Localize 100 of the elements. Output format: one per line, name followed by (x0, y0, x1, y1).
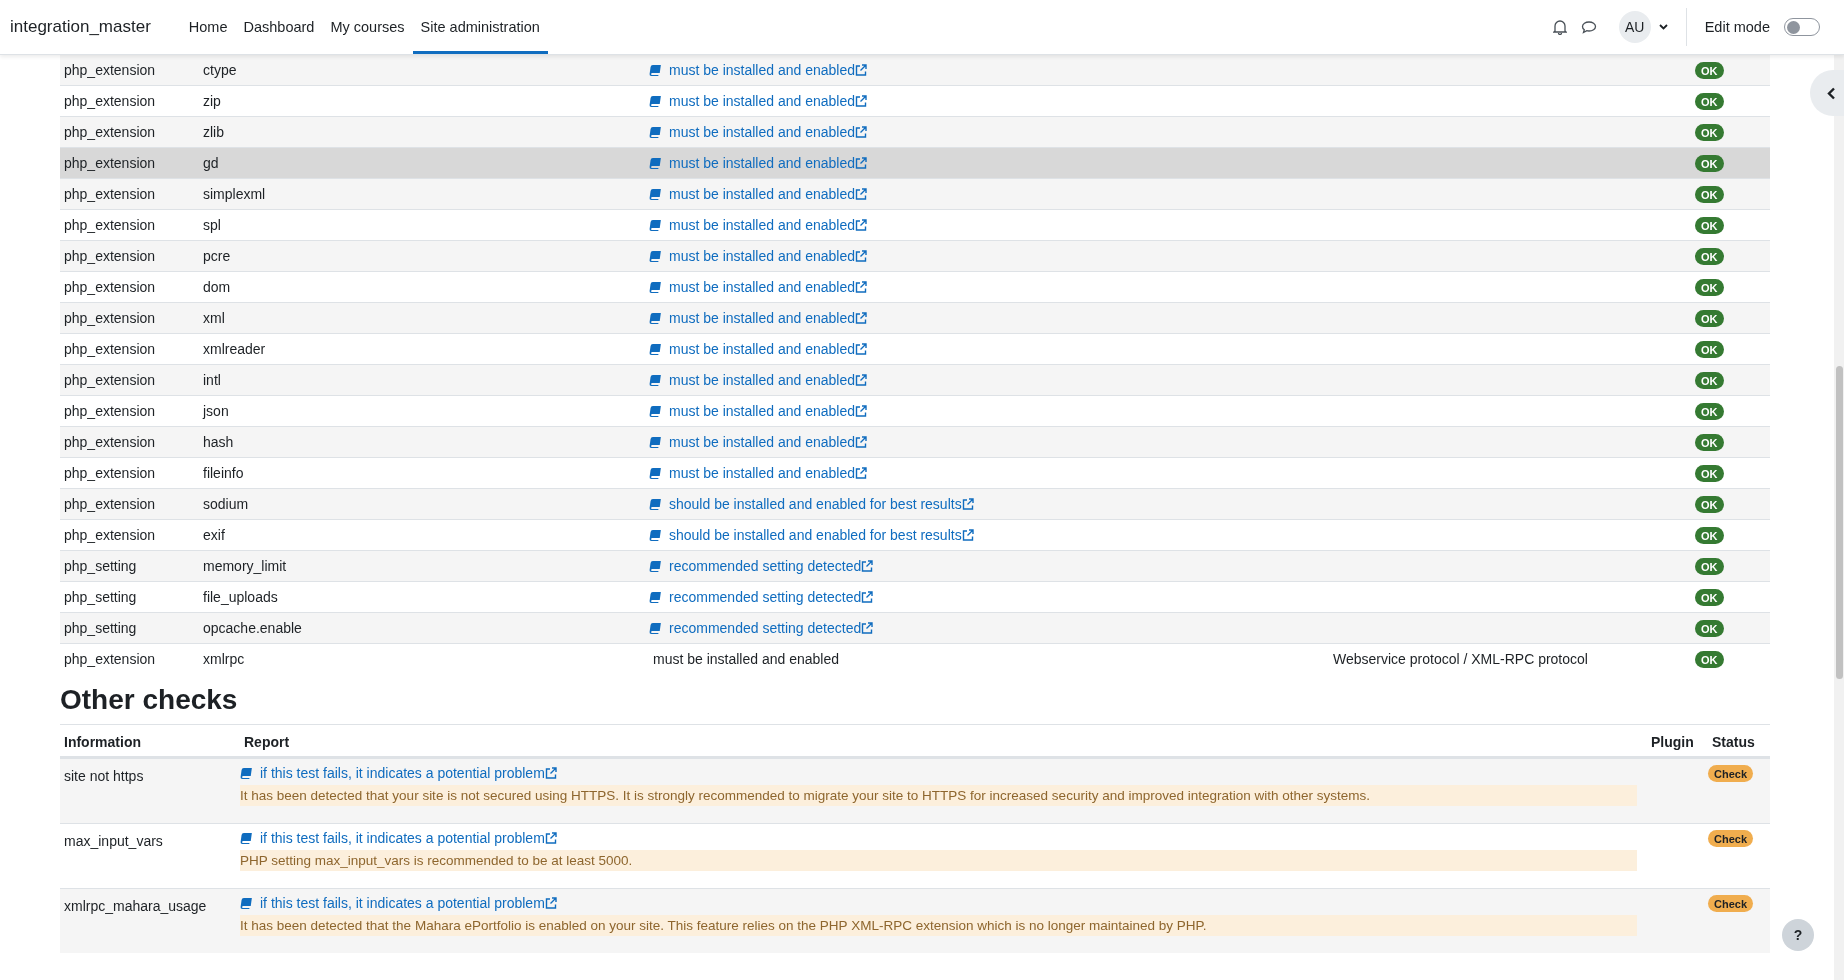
external-link-icon (855, 405, 868, 417)
external-link-icon (855, 312, 868, 324)
table-cell-text: gd (202, 155, 220, 171)
status-badge: OK (1695, 495, 1724, 513)
table-cell-text: xmlrpc_mahara_usage (63, 897, 208, 916)
doc-link[interactable]: must be installed and enabled (669, 155, 868, 171)
section-heading: Other checks (60, 684, 239, 716)
external-link-icon (855, 250, 868, 262)
chat-bubble-icon[interactable] (1580, 19, 1597, 35)
external-link-icon (855, 467, 868, 479)
external-link-icon (961, 529, 974, 541)
warning-message: PHP setting max_input_vars is recommended to be at least 5000. (240, 850, 1637, 871)
external-link-icon (544, 897, 557, 909)
status-badge: OK (1695, 185, 1724, 203)
doc-link[interactable]: must be installed and enabled (669, 403, 868, 419)
table-cell-text: php_extension (63, 527, 157, 543)
doc-link[interactable]: must be installed and enabled (669, 465, 868, 481)
table-cell-text: php_extension (63, 496, 157, 512)
table-cell-text: php_extension (63, 124, 157, 140)
user-avatar[interactable]: AU (1618, 11, 1651, 43)
doc-link[interactable]: recommended setting detected (669, 620, 874, 636)
status-badge: OK (1695, 650, 1724, 668)
site-name[interactable]: integration_master (10, 0, 151, 54)
doc-link[interactable]: if this test fails, it indicates a potential problem (260, 765, 557, 781)
book-icon (649, 281, 661, 293)
table-cell-text: php_setting (63, 558, 138, 574)
column-header: Plugin (1650, 733, 1695, 750)
table-cell-text: php_extension (63, 434, 157, 450)
nav-link[interactable]: My courses (322, 0, 413, 54)
status-badge: Check (1708, 895, 1754, 912)
doc-link[interactable]: must be installed and enabled (669, 279, 868, 295)
book-icon (649, 405, 661, 417)
drawer-toggle-button[interactable] (1810, 70, 1844, 116)
doc-link[interactable]: must be installed and enabled (669, 186, 868, 202)
doc-link[interactable]: must be installed and enabled (669, 217, 868, 233)
doc-link[interactable]: must be installed and enabled (669, 124, 868, 140)
status-badge: OK (1695, 216, 1724, 234)
table-cell-text: exif (202, 527, 226, 543)
doc-link[interactable]: must be installed and enabled (669, 62, 868, 78)
table-cell-text: php_extension (63, 217, 157, 233)
status-badge: OK (1695, 619, 1724, 637)
doc-link[interactable]: must be installed and enabled (669, 341, 868, 357)
doc-link[interactable]: if this test fails, it indicates a potential problem (260, 895, 557, 911)
table-cell-text: php_extension (63, 651, 157, 667)
doc-link[interactable]: must be installed and enabled (669, 93, 868, 109)
column-header: Information (63, 733, 142, 750)
table-cell-text: fileinfo (202, 465, 245, 481)
doc-link[interactable]: if this test fails, it indicates a potential problem (260, 830, 557, 846)
table-cell-text: php_extension (63, 93, 157, 109)
book-icon (649, 312, 661, 324)
edit-mode-switch[interactable] (1784, 18, 1820, 36)
chevron-down-icon[interactable] (1658, 24, 1668, 30)
table-cell-text: php_setting (63, 620, 138, 636)
status-badge: OK (1695, 123, 1724, 141)
table-cell-text: must be installed and enabled (652, 651, 841, 667)
doc-link[interactable]: should be installed and enabled for best results (669, 527, 974, 543)
table-cell-text: hash (202, 434, 235, 450)
table-cell-text: dom (202, 279, 232, 295)
status-badge: OK (1695, 309, 1724, 327)
book-icon (649, 157, 661, 169)
book-icon (649, 529, 661, 541)
status-badge: Check (1708, 765, 1754, 782)
external-link-icon (855, 188, 868, 200)
doc-link[interactable]: must be installed and enabled (669, 372, 868, 388)
table-cell-text: php_extension (63, 341, 157, 357)
table-cell-text: php_extension (63, 155, 157, 171)
doc-link[interactable]: must be installed and enabled (669, 248, 868, 264)
bell-icon[interactable] (1552, 19, 1567, 35)
status-badge: OK (1695, 433, 1724, 451)
help-button[interactable]: ? (1782, 919, 1814, 951)
doc-link[interactable]: must be installed and enabled (669, 310, 868, 326)
external-link-icon (855, 64, 868, 76)
doc-link[interactable]: recommended setting detected (669, 589, 874, 605)
status-badge: OK (1695, 340, 1724, 358)
scrollbar-thumb[interactable] (1836, 366, 1843, 679)
nav-link[interactable]: Dashboard (235, 0, 323, 54)
status-badge: OK (1695, 278, 1724, 296)
chevron-left-icon (1826, 86, 1836, 100)
table-cell-text: intl (202, 372, 222, 388)
table-cell-text: json (201, 403, 230, 419)
external-link-icon (855, 219, 868, 231)
doc-link[interactable]: recommended setting detected (669, 558, 874, 574)
edit-mode-label: Edit mode (1704, 19, 1770, 35)
doc-link[interactable]: must be installed and enabled (669, 434, 868, 450)
doc-link[interactable]: should be installed and enabled for best results (669, 496, 974, 512)
external-link-icon (861, 560, 874, 572)
book-icon (649, 622, 661, 634)
nav-link[interactable]: Home (180, 0, 236, 54)
table-cell-text: sodium (202, 496, 250, 512)
table-cell-text: php_extension (63, 186, 157, 202)
table-cell-text: xmlrpc (202, 651, 246, 667)
table-cell-text: ctype (202, 62, 238, 78)
column-header: Status (1711, 733, 1756, 750)
status-badge: OK (1695, 402, 1724, 420)
table-cell-text: zlib (202, 124, 225, 140)
warning-message: It has been detected that the Mahara ePortfolio is enabled on your site. This feature relies on the PHP XML-RPC extension which is no longer maintained by PHP. (240, 915, 1637, 936)
external-link-icon (544, 767, 557, 779)
book-icon (649, 436, 661, 448)
book-icon (649, 467, 661, 479)
external-link-icon (544, 832, 557, 844)
